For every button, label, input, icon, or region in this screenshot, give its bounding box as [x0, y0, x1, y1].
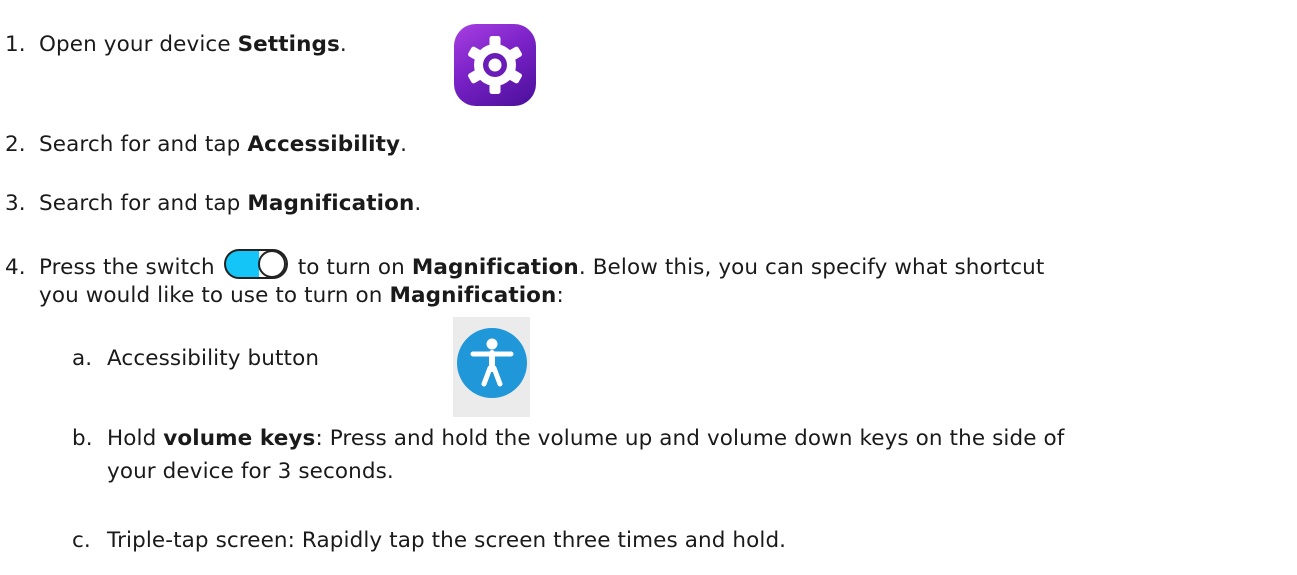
step-bold-term: Magnification [389, 283, 557, 308]
step-punct: . [339, 32, 347, 57]
gear-icon [468, 36, 522, 94]
substep-text: Triple-tap screen: Rapidly tap the scree… [107, 528, 787, 553]
step-punct: . [414, 191, 422, 216]
step-number: 3. [5, 191, 26, 216]
step-bold-term: Settings [237, 32, 340, 57]
step-text: Search for and tap [39, 191, 248, 216]
substep-letter: c. [72, 528, 91, 553]
step-text: Press the switch [39, 255, 215, 280]
substep-text: Accessibility button [107, 346, 320, 371]
step-number: 2. [5, 132, 26, 157]
step-punct: : [556, 283, 564, 308]
step-4-continued: you would like to use to turn on Magnifi… [39, 282, 564, 310]
toggle-switch-icon [223, 249, 288, 279]
step-text: Open your device [39, 32, 238, 57]
accessibility-button-icon [453, 317, 530, 417]
step-text: to turn on [297, 255, 412, 280]
step-4: 4. Press the switch to turn on Magnificat… [5, 249, 1044, 282]
accessibility-circle [457, 328, 527, 398]
step-bold-term: Magnification [247, 191, 415, 216]
substep-bold-term: volume keys [163, 426, 316, 451]
substep-a: a. Accessibility button [72, 345, 319, 373]
step-3: 3. Search for and tap Magnification. [5, 190, 421, 218]
toggle-knob [257, 250, 286, 278]
step-text: . Below this, you can specify what short… [578, 255, 1045, 280]
step-bold-term: Magnification [411, 255, 579, 280]
substep-letter: b. [72, 426, 93, 451]
substep-b: b. Hold volume keys: Press and hold the v… [72, 425, 1064, 453]
settings-app-icon [454, 24, 536, 106]
step-number: 1. [5, 32, 26, 57]
accessibility-person-icon [470, 338, 514, 387]
step-text: you would like to use to turn on [39, 283, 390, 308]
step-1: 1. Open your device Settings. [5, 31, 347, 59]
substep-b-continued: your device for 3 seconds. [107, 458, 394, 486]
step-2: 2. Search for and tap Accessibility. [5, 131, 407, 159]
substep-c: c. Triple-tap screen: Rapidly tap the scr… [72, 527, 786, 555]
substep-text: Hold [107, 426, 164, 451]
step-bold-term: Accessibility [247, 132, 401, 157]
step-number: 4. [5, 255, 26, 280]
substep-text: your device for 3 seconds. [107, 459, 394, 484]
substep-text: : Press and hold the volume up and volum… [315, 426, 1065, 451]
substep-letter: a. [72, 346, 93, 371]
step-text: Search for and tap [39, 132, 248, 157]
step-punct: . [400, 132, 408, 157]
